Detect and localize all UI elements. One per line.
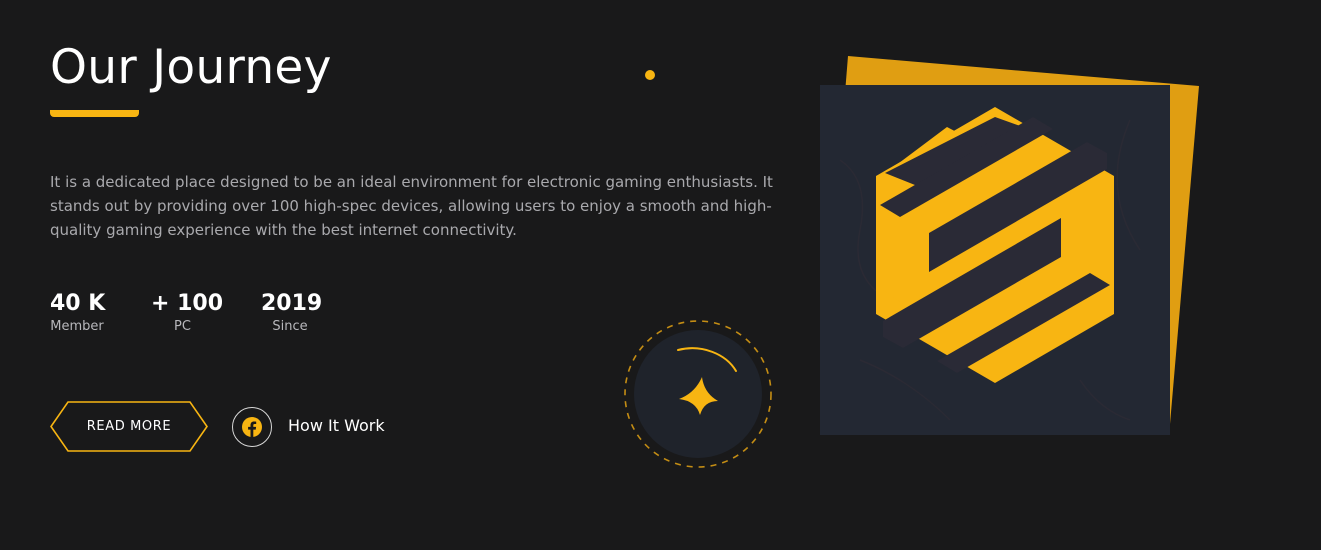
decorative-dot	[645, 70, 655, 80]
stat-since: 2019 Since	[261, 290, 323, 336]
stat-value: 40 K	[50, 291, 106, 316]
stat-label: PC	[174, 319, 191, 334]
stat-pcs: + 100 PC	[151, 290, 224, 336]
spinning-star-badge[interactable]	[622, 319, 774, 471]
section-title: Our Journey	[50, 40, 332, 95]
how-it-work-link[interactable]: How It Work	[288, 415, 385, 437]
facebook-icon	[242, 417, 262, 437]
logo-card	[820, 56, 1199, 435]
title-underline	[50, 110, 139, 117]
stat-members: 40 K Member	[50, 290, 106, 336]
section-description: It is a dedicated place designed to be a…	[50, 173, 773, 239]
about-section: Our Journey It is a dedicated place desi…	[0, 0, 1321, 550]
logo-showcase	[800, 40, 1220, 460]
facebook-button[interactable]	[232, 407, 272, 447]
stat-label: Since	[272, 319, 308, 334]
stat-label: Member	[50, 319, 104, 334]
stat-value: 2019	[261, 291, 323, 316]
read-more-button[interactable]: READ MORE	[50, 401, 208, 452]
read-more-label: READ MORE	[86, 419, 172, 434]
stat-value: + 100	[151, 291, 224, 316]
badge-graphic	[624, 320, 772, 468]
